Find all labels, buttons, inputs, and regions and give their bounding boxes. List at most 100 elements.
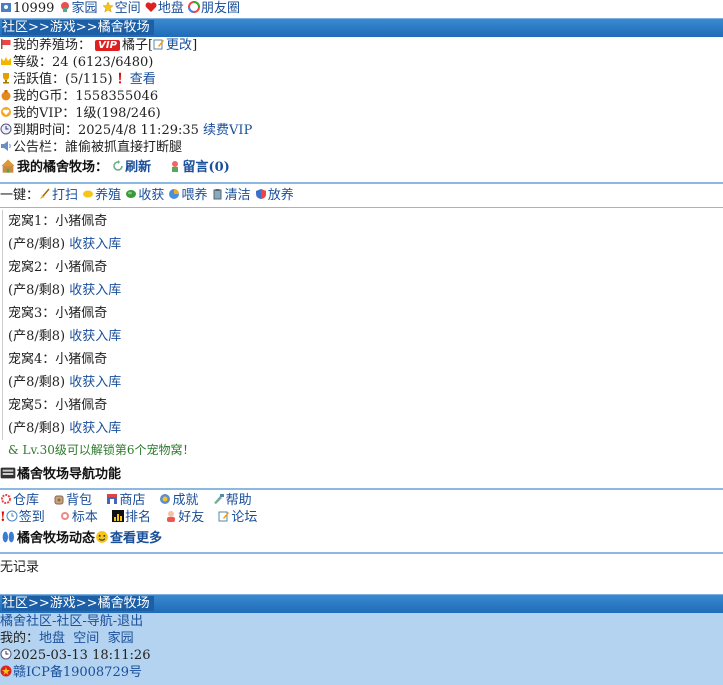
dynamics-empty: 无记录: [0, 560, 40, 575]
den-name: 宠窝5：小猪佩奇: [8, 398, 108, 413]
nav-shop[interactable]: 商店: [119, 493, 145, 508]
footer-icp-link[interactable]: 赣ICP备19008729号: [13, 665, 142, 680]
keyboard-icon: [0, 465, 16, 481]
forum-edit-icon: [218, 510, 230, 522]
harvest-store-link[interactable]: 收获入库: [69, 237, 121, 252]
clean-icon: [212, 188, 224, 200]
vip-heart-icon: [0, 106, 12, 118]
footer-home-link[interactable]: 家园: [108, 631, 134, 646]
activity-row: 活跃值：(5/115) ！查看: [0, 71, 723, 88]
footer-time: 2025-03-13 18:11:26: [13, 648, 151, 663]
view-more-link[interactable]: 查看更多: [110, 531, 162, 546]
breadcrumb-text[interactable]: 社区>>游戏>>橘舍牧场: [2, 20, 154, 35]
den-name: 宠窝1：小猪佩奇: [8, 214, 108, 229]
nav-sign-in[interactable]: 签到: [19, 510, 45, 525]
activity-text: 活跃值：(5/115): [13, 72, 113, 87]
notice-row: 公告栏：誰偷被抓直接打断腿: [0, 139, 723, 156]
sign-in-clock-icon: [6, 510, 18, 522]
harvest-store-link[interactable]: 收获入库: [69, 283, 121, 298]
edit-name-link[interactable]: 更改: [166, 38, 192, 53]
backpack-icon: [53, 493, 65, 505]
harvest-icon: [125, 188, 137, 200]
activity-check-link[interactable]: 查看: [130, 72, 156, 87]
friends-link[interactable]: 朋友圈: [201, 1, 240, 16]
one-key-row: 一键： 打扫 养殖 收获 喂养 清洁 放养: [0, 186, 723, 206]
trophy-icon: [0, 72, 12, 84]
divider: [0, 182, 723, 184]
farm-house-icon: [0, 158, 16, 174]
one-key-feed[interactable]: 喂养: [181, 188, 207, 203]
farm-name-row: 我的养殖场： VIP 橘子[更改]: [0, 37, 723, 54]
one-key-release[interactable]: 放养: [268, 188, 294, 203]
smiley-icon: [95, 530, 109, 544]
den-status-row: (产8/剩8) 收获入库: [8, 233, 723, 256]
one-key-harvest[interactable]: 收获: [138, 188, 164, 203]
footer-mine-label: 我的：: [0, 631, 40, 646]
one-key-sweep[interactable]: 打扫: [52, 188, 78, 203]
footer-space-link[interactable]: 空间: [73, 631, 99, 646]
nav-forum[interactable]: 论坛: [231, 510, 257, 525]
nav-friends[interactable]: 好友: [178, 510, 204, 525]
refresh-icon: [112, 160, 124, 172]
footer-time-row: 2025-03-13 18:11:26: [0, 647, 723, 664]
footprints-icon: [0, 529, 16, 545]
home-link[interactable]: 家园: [72, 1, 98, 16]
den-status-row: (产8/剩8) 收获入库: [8, 325, 723, 348]
nav-achievement[interactable]: 成就: [172, 493, 198, 508]
divider: [0, 207, 723, 208]
broom-icon: [39, 188, 51, 200]
farm-name: 橘子: [121, 38, 148, 53]
divider: [0, 488, 723, 490]
den-item: 宠窝4：小猪佩奇 (产8/剩8) 收获入库: [8, 348, 723, 394]
top-nav: 10999 家园 空间 地盘 朋友圈: [0, 0, 723, 18]
space-link[interactable]: 空间: [115, 1, 141, 16]
money-bag-icon: [0, 89, 12, 101]
police-badge-icon: [0, 665, 12, 677]
den-status: (产8/剩8): [8, 375, 66, 390]
den-name: 宠窝2：小猪佩奇: [8, 260, 108, 275]
heart-icon: [145, 1, 157, 13]
footer-land-link[interactable]: 地盘: [39, 631, 65, 646]
one-key-clean[interactable]: 清洁: [225, 188, 251, 203]
footer-breadcrumb-text[interactable]: 社区>>游戏>>橘舍牧场: [2, 596, 154, 611]
harvest-store-link[interactable]: 收获入库: [69, 329, 121, 344]
nav-warehouse[interactable]: 仓库: [13, 493, 39, 508]
nav-backpack[interactable]: 背包: [66, 493, 92, 508]
nav-ranking[interactable]: 排名: [125, 510, 151, 525]
harvest-store-link[interactable]: 收获入库: [69, 421, 121, 436]
vip-level-row: 我的VIP：1级(198/246): [0, 105, 723, 122]
footer-links-text[interactable]: 橘舍社区-社区-导航-退出: [0, 614, 143, 629]
den-item: 宠窝5：小猪佩奇 (产8/剩8) 收获入库: [8, 394, 723, 440]
footer-breadcrumb: 社区>>游戏>>橘舍牧场: [0, 594, 723, 613]
profile-panel: 我的养殖场： VIP 橘子[更改] 等级：24 (6123/6480) 活跃值：(…: [0, 37, 723, 156]
unlock-hint: & Lv.30级可以解锁第6个宠物窝！: [8, 443, 195, 457]
divider: [0, 552, 723, 554]
shield-icon: [255, 188, 267, 200]
help-icon: [213, 493, 225, 505]
refresh-link[interactable]: 刷新: [125, 160, 151, 175]
nav-section-title: 橘舍牧场导航功能: [17, 467, 122, 482]
farm-section-title: 我的橘舍牧场：: [17, 160, 109, 175]
level-row: 等级：24 (6123/6480): [0, 54, 723, 71]
breadcrumb: 社区>>游戏>>橘舍牧场: [0, 18, 723, 37]
gcoin-row: 我的G币：1558355046: [0, 88, 723, 105]
den-item: 宠窝2：小猪佩奇 (产8/剩8) 收获入库: [8, 256, 723, 302]
renew-vip-link[interactable]: 续费VIP: [203, 123, 252, 138]
flag-icon: [0, 38, 12, 50]
dynamics-title: 橘舍牧场动态: [17, 531, 96, 546]
level-text: 等级：24 (6123/6480): [13, 55, 154, 70]
land-link[interactable]: 地盘: [158, 1, 184, 16]
nav-help[interactable]: 帮助: [226, 493, 252, 508]
footer: 橘舍社区-社区-导航-退出 我的：地盘 空间 家园 2025-03-13 18:…: [0, 613, 723, 685]
friends-circle-icon: [187, 1, 200, 13]
user-id: 10999: [13, 1, 55, 16]
one-key-breed[interactable]: 养殖: [95, 188, 121, 203]
message-link[interactable]: 留言(0): [182, 160, 229, 175]
nav-specimen[interactable]: 标本: [72, 510, 98, 525]
nav-row-2: ! 签到 标本 排名 好友 论坛: [0, 509, 723, 526]
expire-row: 到期时间：2025/4/8 11:29:35 续费VIP: [0, 122, 723, 139]
harvest-store-link[interactable]: 收获入库: [69, 375, 121, 390]
den-status-row: (产8/剩8) 收获入库: [8, 279, 723, 302]
den-status: (产8/剩8): [8, 329, 66, 344]
nav-row-1: 仓库 背包 商店 成就 帮助: [0, 492, 723, 509]
